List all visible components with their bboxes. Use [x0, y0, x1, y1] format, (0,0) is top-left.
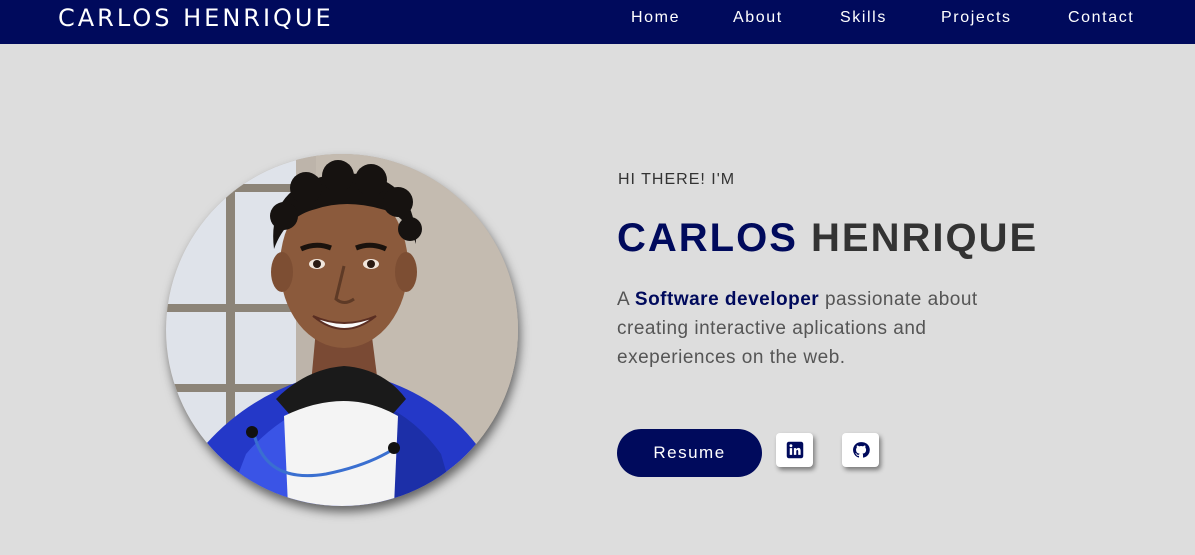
profile-photo — [166, 154, 518, 506]
nav-link-home[interactable]: Home — [631, 9, 680, 27]
hero-desc-prefix: A — [617, 289, 635, 310]
nav-link-about[interactable]: About — [733, 9, 783, 27]
profile-photo-illustration — [166, 154, 518, 506]
github-icon — [852, 442, 870, 458]
hero-desc-highlight: Software developer — [634, 289, 820, 310]
hero-greeting: HI THERE! I'M — [618, 171, 736, 188]
nav-link-projects[interactable]: Projects — [941, 9, 1012, 27]
hero-name-last: HENRIQUE — [811, 216, 1039, 260]
navbar: CARLOS HENRIQUE Home About Skills Projec… — [0, 0, 1195, 44]
brand-logo[interactable]: CARLOS HENRIQUE — [58, 5, 334, 31]
hero-name-first: CARLOS — [617, 216, 798, 260]
linkedin-button[interactable] — [776, 433, 813, 467]
hero-name: CARLOS HENRIQUE — [617, 216, 1038, 260]
hero-description: A Software developer passionate about cr… — [617, 285, 1037, 372]
linkedin-icon — [786, 441, 803, 459]
resume-button[interactable]: Resume — [617, 429, 762, 477]
nav-link-skills[interactable]: Skills — [840, 9, 887, 27]
github-button[interactable] — [842, 433, 879, 467]
nav-link-contact[interactable]: Contact — [1068, 9, 1134, 27]
